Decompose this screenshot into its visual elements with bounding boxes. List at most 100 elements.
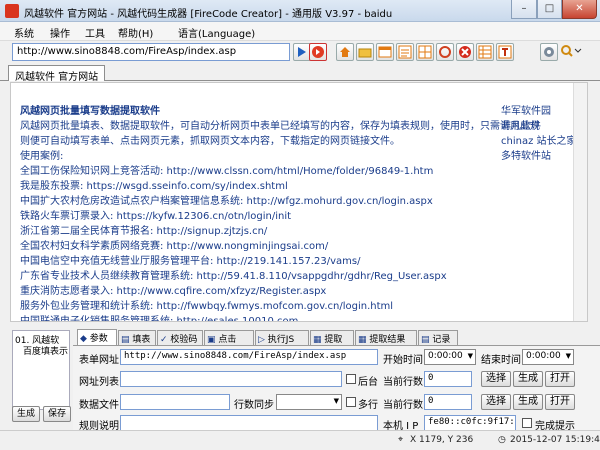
end-time-label: 结束时间 <box>481 355 521 366</box>
folder-icon[interactable] <box>356 43 374 61</box>
case-link[interactable]: 中国电信空中充值无线营业厅服务管理平台: http://219.141.157.… <box>20 252 360 267</box>
menu-operation[interactable]: 操作 <box>50 25 70 40</box>
select-data-file-button[interactable]: 选择 <box>481 394 511 410</box>
case-link[interactable]: 广东省专业技术人员继续教育管理系统: http://59.41.8.110/vs… <box>20 267 447 282</box>
data-file-label: 数据文件 <box>79 400 119 411</box>
tab-click[interactable]: ▣ 点击 <box>204 330 254 345</box>
cursor-icon: ⌖ <box>398 435 404 445</box>
menu-tools[interactable]: 工具 <box>85 25 105 40</box>
zoom-icon[interactable] <box>559 43 583 61</box>
menu-help[interactable]: 帮助(H) <box>118 25 153 40</box>
case-link[interactable]: 重庆消防志愿者录入: http://www.cqfire.com/xfzyz/R… <box>20 282 326 297</box>
text-icon[interactable] <box>496 43 514 61</box>
tab-extract[interactable]: ▦ 提取 <box>310 330 354 345</box>
generate-data-file-button[interactable]: 生成 <box>513 394 543 410</box>
home-icon[interactable] <box>336 43 354 61</box>
menu-language[interactable]: 语言(Language) <box>178 25 255 40</box>
case-link[interactable]: 铁路火车票订票录入: https://kyfw.12306.cn/otn/log… <box>20 207 291 222</box>
complete-checkbox[interactable] <box>522 418 532 428</box>
intro-line: 则便可自动填写表单、点击网页元素，抓取网页文本内容，下载指定的网页链接文件。 <box>20 136 400 147</box>
url-list-input[interactable] <box>120 371 342 387</box>
url-input[interactable]: http://www.sino8848.com/FireAsp/index.as… <box>12 43 290 61</box>
current-line-input[interactable]: 0 <box>424 371 472 387</box>
chevron-down-icon: ▼ <box>467 352 473 360</box>
close-button[interactable]: ✕ <box>562 0 597 19</box>
chevron-down-icon[interactable]: ▼ <box>289 45 290 59</box>
cursor-coords: X 1179, Y 236 <box>410 435 474 445</box>
tab-log[interactable]: ▤ 记录 <box>418 330 458 345</box>
web-content: 风越网页批量填写数据提取软件 风越网页批量填表、数据提取软件，可自动分析网页中表… <box>10 82 588 322</box>
tab-label: 参数 <box>89 334 108 344</box>
tab-label: 提取结果 <box>369 335 406 345</box>
tab-label: 提取 <box>324 335 343 345</box>
case-link[interactable]: 全国工伤保险知识网上竞答活动: http://www.clssn.com/htm… <box>20 162 433 177</box>
tab-label: 记录 <box>432 335 451 345</box>
title-bar: 风越软件 官方网站 - 风越代码生成器 [FireCode Creator] -… <box>0 0 600 22</box>
case-link[interactable]: 浙江省第二届全民体育节报名: http://signup.zjtzjs.cn/ <box>20 222 267 237</box>
line-sync-label: 行数同步 <box>234 400 274 411</box>
browser-tab[interactable]: 风越软件 官方网站 <box>8 65 106 83</box>
tab-fill[interactable]: ▤ 填表 <box>118 330 156 345</box>
captcha-tab-icon: ✓ <box>160 335 168 345</box>
case-link[interactable]: 我是股东投票: https://wsgd.sseinfo.com/sy/inde… <box>20 177 288 192</box>
line-sync-select[interactable]: ▼ <box>276 394 342 410</box>
side-link[interactable]: 多特软件站 <box>501 147 551 162</box>
minimize-button[interactable]: – <box>511 0 537 19</box>
tab-params[interactable]: ◆ 参数 <box>77 329 117 345</box>
local-ip-input[interactable]: fe80::c0fc:9f17:b <box>424 415 516 431</box>
list-icon[interactable] <box>396 43 414 61</box>
status-datetime: 2015-12-07 15:19:49 <box>510 435 600 445</box>
case-link[interactable]: 中国扩大农村危房改造试点农户档案管理信息系统: http://wfgz.mohu… <box>20 192 433 207</box>
case-link[interactable]: 服务外包业务管理和统计系统: http://fwwbqy.fwmys.mofco… <box>20 297 393 312</box>
refresh-icon[interactable] <box>436 43 454 61</box>
tab-captcha[interactable]: ✓ 校验码 <box>157 330 203 345</box>
tab-execute-js[interactable]: ▷ 执行JS <box>255 330 309 345</box>
tab-label: 执行JS <box>267 335 295 345</box>
grid-icon[interactable] <box>416 43 434 61</box>
toolbar: http://www.sino8848.com/FireAsp/index.as… <box>0 41 600 64</box>
window-icon[interactable] <box>376 43 394 61</box>
content-scrollbar[interactable] <box>573 83 587 321</box>
case-link[interactable]: 全国农村妇女科学素质网络竞赛: http://www.nongminjingsa… <box>20 237 328 252</box>
fill-tab-icon: ▤ <box>121 335 130 345</box>
end-time-picker[interactable]: 0:00:00 ▼ <box>522 349 574 365</box>
multi-line-checkbox[interactable] <box>346 397 356 407</box>
app-icon <box>5 4 19 18</box>
tree-item[interactable]: 百度填表示 <box>23 344 68 357</box>
side-link[interactable]: 华军软件园 <box>501 102 551 117</box>
result-tab-icon: ▦ <box>358 335 367 345</box>
tab-label: 填表 <box>132 335 151 345</box>
back-red-icon[interactable] <box>309 43 327 61</box>
table-icon[interactable] <box>476 43 494 61</box>
tab-label: 点击 <box>218 335 237 345</box>
click-tab-icon: ▣ <box>207 335 216 345</box>
params-tab-icon: ◆ <box>80 334 87 344</box>
stop-icon[interactable] <box>456 43 474 61</box>
form-url-label: 表单网址 <box>79 355 119 366</box>
generate-rule-button[interactable]: 生成 <box>12 406 40 422</box>
start-time-value: 0:00:00 <box>428 351 463 361</box>
open-url-list-button[interactable]: 打开 <box>545 371 575 387</box>
menu-system[interactable]: 系统 <box>14 25 34 40</box>
maximize-button[interactable]: □ <box>537 0 562 19</box>
open-data-file-button[interactable]: 打开 <box>545 394 575 410</box>
select-url-list-button[interactable]: 选择 <box>481 371 511 387</box>
rule-desc-input[interactable] <box>120 415 378 431</box>
tab-extract-result[interactable]: ▦ 提取结果 <box>355 330 417 345</box>
data-file-input[interactable] <box>120 394 230 410</box>
settings-icon[interactable] <box>540 43 558 61</box>
rule-tree[interactable]: 01. 风越软 百度填表示 <box>12 330 70 410</box>
case-link[interactable]: 中国联通电子化销售服务管理系统: http://esales.10010.com <box>20 312 298 321</box>
start-time-picker[interactable]: 0:00:00 ▼ <box>424 349 476 365</box>
current-line-input-2[interactable]: 0 <box>424 394 472 410</box>
browser-tab-strip: 风越软件 官方网站 <box>0 64 600 83</box>
side-link[interactable]: chinaz 站长之家 <box>501 132 577 147</box>
form-url-input[interactable]: http://www.sino8848.com/FireAsp/index.as… <box>120 349 378 365</box>
end-time-value: 0:00:00 <box>526 351 561 361</box>
side-link[interactable]: 非凡软件 <box>501 117 541 132</box>
save-rule-button[interactable]: 保存 <box>43 406 71 422</box>
background-checkbox[interactable] <box>346 374 356 384</box>
multi-line-label: 多行 <box>358 400 378 411</box>
generate-url-list-button[interactable]: 生成 <box>513 371 543 387</box>
current-line-label-2: 当前行数 <box>383 400 423 411</box>
